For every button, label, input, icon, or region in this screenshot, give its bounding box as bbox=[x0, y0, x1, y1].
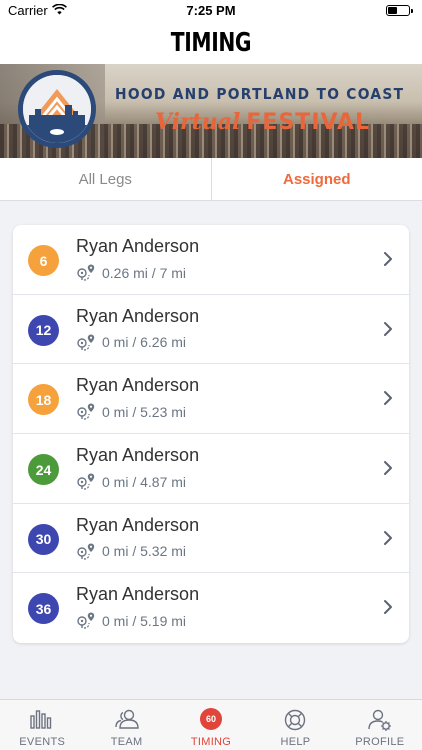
leg-number-badge: 24 bbox=[28, 454, 59, 486]
event-banner: HOOD AND PORTLAND TO COAST Virtual FESTIV… bbox=[0, 64, 422, 158]
status-bar: Carrier 7:25 PM bbox=[0, 0, 422, 22]
tab-events[interactable]: EVENTS bbox=[0, 700, 84, 750]
leg-row[interactable]: 6 Ryan Anderson 0.26 mi / 7 mi bbox=[13, 225, 409, 295]
leg-distance: 0 mi / 5.32 mi bbox=[76, 542, 186, 561]
runner-name: Ryan Anderson bbox=[76, 305, 200, 326]
leg-distance-text: 0 mi / 5.23 mi bbox=[102, 403, 187, 420]
mountain-logo-icon bbox=[23, 75, 91, 143]
profile-settings-icon bbox=[368, 709, 391, 731]
runner-name: Ryan Anderson bbox=[76, 236, 200, 256]
banner-virtual-text: Virtual bbox=[155, 109, 241, 135]
route-pin-icon bbox=[77, 264, 95, 281]
clock: 7:25 PM bbox=[186, 3, 236, 18]
chevron-right-icon bbox=[384, 461, 392, 476]
runner-name: Ryan Anderson bbox=[76, 445, 200, 466]
team-icon bbox=[114, 709, 139, 729]
navigation-bar: TIMING bbox=[0, 22, 422, 64]
leg-distance: 0.26 mi / 7 mi bbox=[76, 263, 186, 282]
leg-distance: 0 mi / 6.26 mi bbox=[76, 333, 186, 352]
leg-distance-text: 0.26 mi / 7 mi bbox=[102, 264, 187, 281]
tab-assigned[interactable]: Assigned bbox=[212, 158, 422, 200]
chevron-right-icon bbox=[384, 600, 392, 615]
leg-number-badge: 12 bbox=[28, 314, 59, 346]
battery-icon bbox=[386, 5, 413, 16]
tab-timing-label: TIMING bbox=[190, 736, 232, 748]
event-logo bbox=[18, 70, 96, 148]
banner-festival-text: FESTIVAL bbox=[246, 110, 371, 135]
chevron-right-icon bbox=[384, 321, 392, 336]
leg-filter-tabs: All Legs Assigned bbox=[0, 158, 422, 201]
route-pin-icon bbox=[77, 473, 95, 490]
page-title: TIMING bbox=[170, 28, 252, 58]
leg-number-badge: 6 bbox=[28, 245, 59, 276]
banner-headline: HOOD AND PORTLAND TO COAST bbox=[115, 85, 405, 103]
runner-name: Ryan Anderson bbox=[76, 584, 200, 605]
leg-number-badge: 36 bbox=[28, 593, 59, 625]
tab-profile-label: PROFILE bbox=[355, 736, 405, 748]
timing-icon: 60 bbox=[200, 708, 223, 730]
bar-chart-icon bbox=[30, 710, 52, 729]
tab-help-label: HELP bbox=[280, 736, 311, 748]
bottom-tab-bar: EVENTS TEAM 60 TIMING HELP PROFILE bbox=[0, 699, 422, 750]
route-pin-icon bbox=[77, 543, 95, 560]
chevron-right-icon bbox=[384, 252, 392, 266]
leg-distance: 0 mi / 5.19 mi bbox=[76, 611, 186, 630]
runner-name: Ryan Anderson bbox=[76, 375, 200, 396]
chevron-right-icon bbox=[384, 391, 392, 406]
tab-timing[interactable]: 60 TIMING bbox=[169, 700, 253, 750]
leg-number-badge: 30 bbox=[28, 523, 59, 555]
banner-subline: Virtual FESTIVAL bbox=[155, 109, 370, 135]
tab-events-label: EVENTS bbox=[19, 736, 66, 748]
leg-distance: 0 mi / 5.23 mi bbox=[76, 402, 186, 421]
route-pin-icon bbox=[77, 334, 95, 351]
leg-row[interactable]: 30 Ryan Anderson 0 mi / 5.32 mi bbox=[13, 504, 409, 574]
leg-distance-text: 0 mi / 4.87 mi bbox=[102, 473, 187, 490]
lifebuoy-icon bbox=[285, 709, 306, 731]
legs-list: 6 Ryan Anderson 0.26 mi / 7 mi 12 Ryan A… bbox=[13, 225, 409, 643]
leg-distance: 0 mi / 4.87 mi bbox=[76, 472, 186, 491]
leg-row[interactable]: 12 Ryan Anderson 0 mi / 6.26 mi bbox=[13, 295, 409, 365]
leg-row[interactable]: 24 Ryan Anderson 0 mi / 4.87 mi bbox=[13, 434, 409, 504]
leg-distance-text: 0 mi / 6.26 mi bbox=[102, 334, 187, 351]
leg-number-badge: 18 bbox=[28, 384, 59, 416]
route-pin-icon bbox=[77, 612, 95, 630]
leg-distance-text: 0 mi / 5.19 mi bbox=[102, 612, 187, 629]
leg-row[interactable]: 36 Ryan Anderson 0 mi / 5.19 mi bbox=[13, 573, 409, 643]
chevron-right-icon bbox=[384, 530, 392, 545]
leg-distance-text: 0 mi / 5.32 mi bbox=[102, 543, 187, 560]
tab-team-label: TEAM bbox=[110, 736, 143, 748]
route-pin-icon bbox=[77, 403, 95, 420]
tab-all-legs[interactable]: All Legs bbox=[0, 158, 212, 200]
tab-profile[interactable]: PROFILE bbox=[338, 700, 422, 750]
runner-name: Ryan Anderson bbox=[76, 514, 200, 535]
leg-row[interactable]: 18 Ryan Anderson 0 mi / 5.23 mi bbox=[13, 364, 409, 435]
tab-team[interactable]: TEAM bbox=[84, 700, 168, 750]
tab-help[interactable]: HELP bbox=[253, 700, 337, 750]
